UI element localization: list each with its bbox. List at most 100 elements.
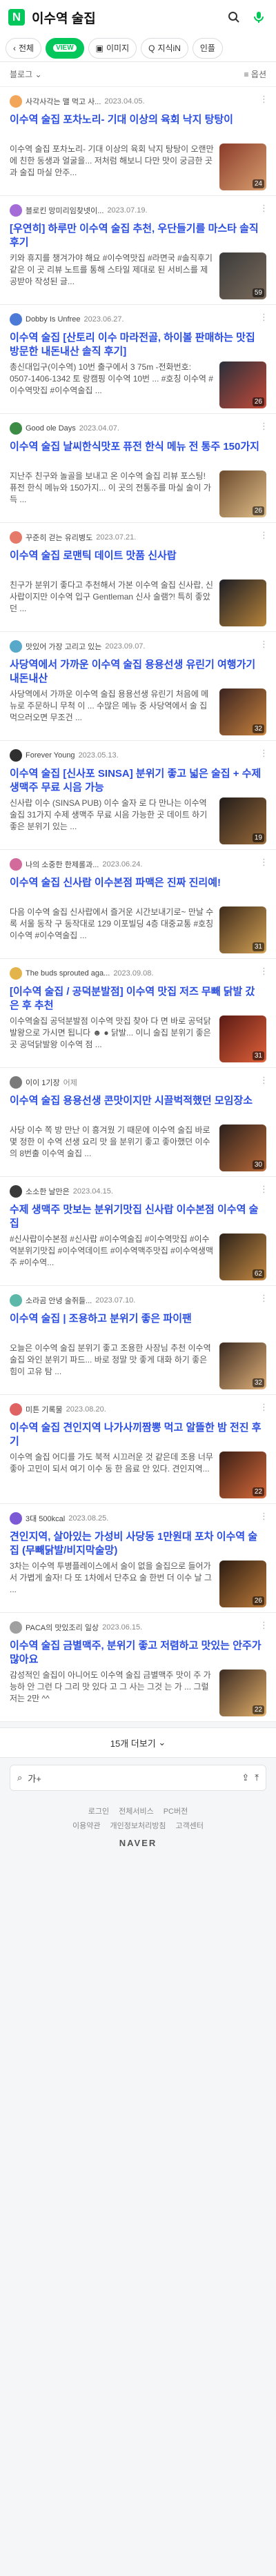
post-title[interactable]: 이수역 술집 신사랍 이수본점 파맥은 진짜 진리예!	[10, 876, 266, 904]
author-name[interactable]: 미튼 기록물	[26, 1404, 63, 1415]
more-icon[interactable]: ⋮	[259, 1402, 268, 1413]
list-item[interactable]: Dobby Is Unfree 2023.06.27. ⋮ 이수역 술집 [산토리 이…	[0, 305, 276, 414]
post-title[interactable]: 이수역 술집 로맨틱 데이트 맛품 신사랍	[10, 549, 266, 577]
post-thumbnail[interactable]: 26	[219, 361, 266, 408]
tab-all[interactable]: ‹ 전체	[6, 37, 42, 59]
post-thumbnail[interactable]: 31	[219, 906, 266, 953]
more-icon[interactable]: ⋮	[259, 748, 268, 759]
image-count: 26	[252, 1596, 264, 1605]
list-item[interactable]: 미튼 기록물 2023.08.20. ⋮ 이수역 술집 견인지역 나가사끼짬뽕 먹고 …	[0, 1395, 276, 1504]
author-name[interactable]: 소라곰 안녕 술쥐들...	[26, 1295, 92, 1306]
post-title[interactable]: 수제 생맥주 맛보는 분위기맛집 신사랍 이수본점 이수역 술집	[10, 1203, 266, 1231]
post-thumbnail[interactable]: 22	[219, 1452, 266, 1498]
more-icon[interactable]: ⋮	[259, 639, 268, 650]
post-title[interactable]: 견인지역, 살아있는 가성비 사당동 1만원대 포차 이수역 술집 (무빼닭발/…	[10, 1530, 266, 1558]
post-title[interactable]: 이수역 술집 날씨한식맛포 퓨전 한식 메뉴 전 통주 150가지	[10, 440, 266, 468]
post-thumbnail[interactable]: 30	[219, 1124, 266, 1171]
post-thumbnail[interactable]: 19	[219, 797, 266, 844]
footer-link[interactable]: 로그인	[88, 1805, 109, 1816]
footer-link[interactable]: PC버전	[164, 1805, 188, 1816]
author-name[interactable]: 꾸준히 걷는 유리병도	[26, 532, 92, 543]
post-title[interactable]: 이수역 술집 [신사포 SINSA] 분위기 좋고 넓은 술집 + 수제 생맥주…	[10, 767, 266, 795]
post-title[interactable]: [우연히] 하루만 이수역 술집 추천, 우단들기를 마스타 솔직 후기	[10, 222, 266, 250]
avatar	[10, 204, 22, 217]
filter-blog[interactable]: 블로그 ⌄	[10, 68, 42, 80]
list-item[interactable]: 블로킨 망미리임찾넷이... 2023.07.19. ⋮ [우연히] 하루만 이수역 …	[0, 196, 276, 305]
post-thumbnail[interactable]	[219, 579, 266, 626]
search-icon[interactable]	[225, 8, 243, 26]
mic-icon[interactable]	[250, 8, 268, 26]
bottom-search-box[interactable]: ⌕ 가+ ⇪ ⤒	[10, 1765, 266, 1791]
post-thumbnail[interactable]: 32	[219, 688, 266, 735]
author-name[interactable]: 블로킨 망미리임찾넷이...	[26, 205, 103, 216]
post-thumbnail[interactable]: 24	[219, 143, 266, 190]
post-title[interactable]: 이수역 술집 | 조용하고 분위기 좋은 파이팬	[10, 1312, 266, 1340]
list-item[interactable]: 꾸준히 걷는 유리병도 2023.07.21. ⋮ 이수역 술집 로맨틱 데이트 맛품…	[0, 523, 276, 632]
tab-influencer[interactable]: 인플	[192, 37, 223, 59]
post-thumbnail[interactable]: 26	[219, 470, 266, 517]
list-item[interactable]: PACA의 맛있조리 일상 2023.06.15. ⋮ 이수역 술집 금별맥주, 분위…	[0, 1613, 276, 1722]
list-item[interactable]: 맛있어 가장 고리고 있는 2023.09.07. ⋮ 사당역에서 가까운 이수역 술…	[0, 632, 276, 741]
post-thumbnail[interactable]: 22	[219, 1670, 266, 1716]
more-icon[interactable]: ⋮	[259, 966, 268, 977]
post-thumbnail[interactable]: 32	[219, 1343, 266, 1389]
list-item[interactable]: The buds sprouted aga... 2023.09.08. ⋮ [이수역…	[0, 959, 276, 1068]
post-thumbnail[interactable]: 26	[219, 1561, 266, 1607]
more-icon[interactable]: ⋮	[259, 1293, 268, 1304]
more-icon[interactable]: ⋮	[259, 857, 268, 868]
author-name[interactable]: 소소한 날만은	[26, 1186, 70, 1197]
list-item[interactable]: 소라곰 안녕 술쥐들... 2023.07.10. ⋮ 이수역 술집 | 조용하고 분…	[0, 1286, 276, 1395]
post-title[interactable]: 이수역 술집 용용선생 콘맛이지만 시끌벅적했던 모임장소	[10, 1094, 266, 1122]
tab-view[interactable]: VIEW	[46, 37, 84, 59]
options-button[interactable]: ≡ 옵션	[244, 68, 266, 80]
footer-link[interactable]: 고객센터	[175, 1820, 203, 1831]
author-name[interactable]: 이이 1기장	[26, 1077, 60, 1088]
search-input[interactable]: 가+	[28, 1772, 236, 1785]
post-title[interactable]: 이수역 술집 [산토리 이수 마라전골, 하이볼 판매하는 맛집 방문한 내돈내…	[10, 331, 266, 359]
naver-logo[interactable]: N	[8, 9, 25, 26]
author-name[interactable]: 나의 소중한 한제롤과...	[26, 859, 99, 870]
post-thumbnail[interactable]: 59	[219, 252, 266, 299]
list-item[interactable]: 소소한 날만은 2023.04.15. ⋮ 수제 생맥주 맛보는 분위기맛집 신사랍 …	[0, 1177, 276, 1286]
author-name[interactable]: Good ole Days	[26, 424, 76, 433]
list-item[interactable]: 나의 소중한 한제롤과... 2023.06.24. ⋮ 이수역 술집 신사랍 이수본…	[0, 850, 276, 959]
more-icon[interactable]: ⋮	[259, 1511, 268, 1522]
list-item[interactable]: 3대 500kcal 2023.08.25. ⋮ 견인지역, 살아있는 가성비 사당동…	[0, 1504, 276, 1613]
post-thumbnail[interactable]: 31	[219, 1015, 266, 1062]
author-name[interactable]: Dobby Is Unfree	[26, 315, 80, 324]
post-title[interactable]: 이수역 술집 포차노리- 기대 이상의 육회 낙지 탕탕이	[10, 113, 266, 141]
more-button[interactable]: 15개 더보기 ⌄	[0, 1727, 276, 1758]
more-icon[interactable]: ⋮	[259, 203, 268, 214]
share-icon[interactable]: ⇪	[241, 1772, 249, 1783]
post-thumbnail[interactable]: 62	[219, 1233, 266, 1280]
tab-kin[interactable]: Q 지식iN	[141, 37, 188, 59]
footer-link[interactable]: 이용약관	[72, 1820, 100, 1831]
post-title[interactable]: [이수역 술집 / 공덕분발점] 이수역 맛집 저즈 무빼 닭발 갔은 후 추천	[10, 985, 266, 1013]
list-item[interactable]: 이이 1기장 어제 ⋮ 이수역 술집 용용선생 콘맛이지만 시끌벅적했던 모임장소 사당…	[0, 1068, 276, 1177]
footer-link[interactable]: 개인정보처리방침	[110, 1820, 166, 1831]
more-icon[interactable]: ⋮	[259, 94, 268, 105]
author-name[interactable]: 사각사각는 맬 먹고 사...	[26, 96, 101, 107]
more-icon[interactable]: ⋮	[259, 312, 268, 323]
author-name[interactable]: Forever Young	[26, 751, 75, 760]
post-title[interactable]: 사당역에서 가까운 이수역 술집 용용선생 유린기 여행가기 내돈내산	[10, 658, 266, 686]
tab-image[interactable]: ▣ 이미지	[88, 37, 137, 59]
more-icon[interactable]: ⋮	[259, 1184, 268, 1195]
search-query[interactable]: 이수역 술집	[32, 8, 218, 27]
more-icon[interactable]: ⋮	[259, 1075, 268, 1086]
author-name[interactable]: The buds sprouted aga...	[26, 969, 110, 978]
footer-link[interactable]: 전체서비스	[119, 1805, 154, 1816]
list-item[interactable]: Good ole Days 2023.04.07. ⋮ 이수역 술집 날씨한식맛포 퓨…	[0, 414, 276, 523]
post-title[interactable]: 이수역 술집 금별맥주, 분위기 좋고 저렴하고 맛있는 안주가 많아요	[10, 1639, 266, 1667]
more-icon[interactable]: ⋮	[259, 1620, 268, 1631]
avatar	[10, 1076, 22, 1089]
post-title[interactable]: 이수역 술집 견인지역 나가사끼짬뽕 먹고 알뜰한 밤 전진 후기	[10, 1421, 266, 1449]
more-icon[interactable]: ⋮	[259, 421, 268, 432]
author-name[interactable]: 맛있어 가장 고리고 있는	[26, 641, 101, 652]
list-item[interactable]: Forever Young 2023.05.13. ⋮ 이수역 술집 [신사포 SIN…	[0, 741, 276, 850]
top-icon[interactable]: ⤒	[255, 1772, 259, 1783]
more-icon[interactable]: ⋮	[259, 530, 268, 541]
list-item[interactable]: 사각사각는 맬 먹고 사... 2023.04.05. ⋮ 이수역 술집 포차노리- …	[0, 87, 276, 196]
author-name[interactable]: PACA의 맛있조리 일상	[26, 1622, 99, 1633]
author-name[interactable]: 3대 500kcal	[26, 1513, 65, 1524]
